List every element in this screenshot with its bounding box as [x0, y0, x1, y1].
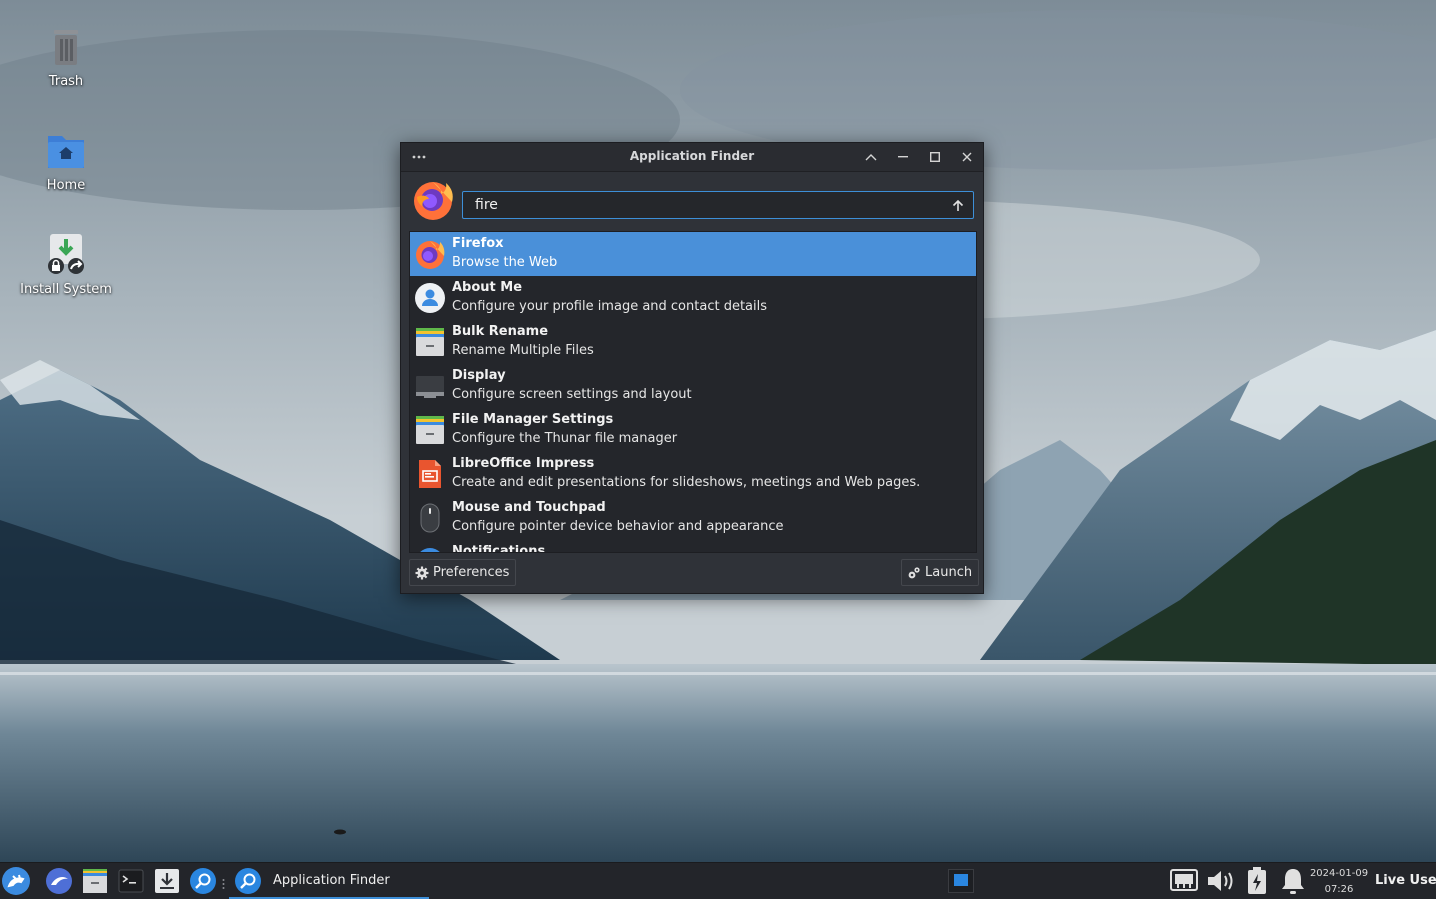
result-description: Configure the Thunar file manager — [452, 431, 678, 446]
list-item[interactable]: Notifications — [410, 540, 976, 553]
web-browser-icon[interactable] — [44, 866, 74, 896]
list-item[interactable]: Display Configure screen settings and la… — [410, 364, 976, 408]
result-name: LibreOffice Impress — [452, 456, 595, 471]
desktop-icon-trash[interactable]: Trash — [6, 22, 126, 89]
search-input[interactable] — [463, 192, 943, 218]
separator-handle — [222, 875, 225, 889]
clock[interactable]: 2024-01-09 07:26 — [1308, 866, 1370, 898]
result-description: Configure pointer device behavior and ap… — [452, 519, 784, 534]
user-menu[interactable]: Live User — [1375, 873, 1436, 888]
results-list[interactable]: Firefox Browse the Web About Me Configur… — [409, 231, 977, 553]
desktop-icon-home[interactable]: Home — [6, 126, 126, 193]
list-item[interactable]: About Me Configure your profile image an… — [410, 276, 976, 320]
arrow-up-icon[interactable] — [949, 196, 967, 214]
workspace-window-thumbnail — [954, 874, 968, 886]
search-row — [409, 177, 977, 221]
whisker-menu-icon[interactable] — [1, 866, 31, 896]
result-name: Bulk Rename — [452, 324, 549, 339]
minimize-icon[interactable] — [892, 147, 914, 167]
window-footer: Preferences Launch — [409, 559, 980, 587]
list-item[interactable]: Bulk Rename Rename Multiple Files — [410, 320, 976, 364]
desktop-icon-install-system[interactable]: Install System — [6, 230, 126, 297]
maximize-icon[interactable] — [924, 147, 946, 167]
firefox-icon — [411, 177, 455, 221]
close-icon[interactable] — [956, 147, 978, 167]
mouse-icon — [414, 502, 446, 534]
desktop-icon-label: Home — [46, 178, 86, 193]
file-cabinet-icon — [414, 326, 446, 358]
application-finder-window: Application Finder fire Firefox Browse t… — [400, 142, 984, 594]
volume-icon[interactable] — [1204, 866, 1238, 896]
list-item[interactable]: File Manager Settings Configure the Thun… — [410, 408, 976, 452]
power-icon[interactable] — [1243, 866, 1271, 896]
launch-button[interactable]: Launch — [901, 559, 980, 586]
result-name: Mouse and Touchpad — [452, 500, 606, 515]
launch-label: Launch — [925, 565, 973, 580]
gears-icon — [907, 566, 921, 580]
installer-icon[interactable] — [152, 866, 182, 896]
notifications-icon — [414, 546, 446, 552]
result-name: File Manager Settings — [452, 412, 614, 427]
result-name: Display — [452, 368, 506, 383]
desktop-icon-label: Trash — [48, 74, 84, 89]
taskbar: Application Finder 2024-01-09 07:26 Live… — [0, 862, 1436, 899]
trash-icon — [42, 22, 90, 70]
app-finder-icon[interactable] — [188, 866, 218, 896]
home-folder-icon — [42, 126, 90, 174]
notification-bell-icon[interactable] — [1278, 866, 1308, 896]
result-name: Notifications — [452, 544, 546, 553]
window-titlebar[interactable]: Application Finder — [401, 143, 983, 172]
gear-icon — [415, 566, 429, 580]
libreoffice-impress-icon — [414, 458, 446, 490]
collapse-icon[interactable] — [860, 147, 882, 167]
task-label: Application Finder — [273, 873, 390, 888]
display-icon — [414, 370, 446, 402]
install-system-icon — [42, 230, 90, 278]
app-finder-icon — [234, 867, 262, 895]
file-manager-icon[interactable] — [80, 866, 110, 896]
desktop-icon-label: Install System — [20, 282, 112, 297]
result-description: Configure your profile image and contact… — [452, 299, 768, 314]
user-profile-icon — [414, 282, 446, 314]
clock-time: 07:26 — [1324, 884, 1354, 895]
terminal-icon[interactable] — [116, 866, 146, 896]
result-name: About Me — [452, 280, 523, 295]
workspace-switcher[interactable] — [948, 869, 974, 893]
result-description: Rename Multiple Files — [452, 343, 594, 358]
taskbar-task-application-finder[interactable]: Application Finder — [229, 863, 429, 899]
file-cabinet-icon — [414, 414, 446, 446]
search-field[interactable] — [462, 191, 974, 219]
list-item[interactable]: LibreOffice Impress Create and edit pres… — [410, 452, 976, 496]
clock-date: 2024-01-09 — [1309, 868, 1369, 879]
result-name: Firefox — [452, 236, 504, 251]
firefox-icon — [414, 238, 446, 270]
result-description: Configure screen settings and layout — [452, 387, 692, 402]
network-icon[interactable] — [1168, 866, 1200, 896]
list-item[interactable]: Firefox Browse the Web — [410, 232, 976, 276]
result-description: Create and edit presentations for slides… — [452, 475, 921, 490]
preferences-label: Preferences — [433, 565, 510, 580]
preferences-button[interactable]: Preferences — [409, 559, 517, 586]
result-description: Browse the Web — [452, 255, 558, 270]
list-item[interactable]: Mouse and Touchpad Configure pointer dev… — [410, 496, 976, 540]
